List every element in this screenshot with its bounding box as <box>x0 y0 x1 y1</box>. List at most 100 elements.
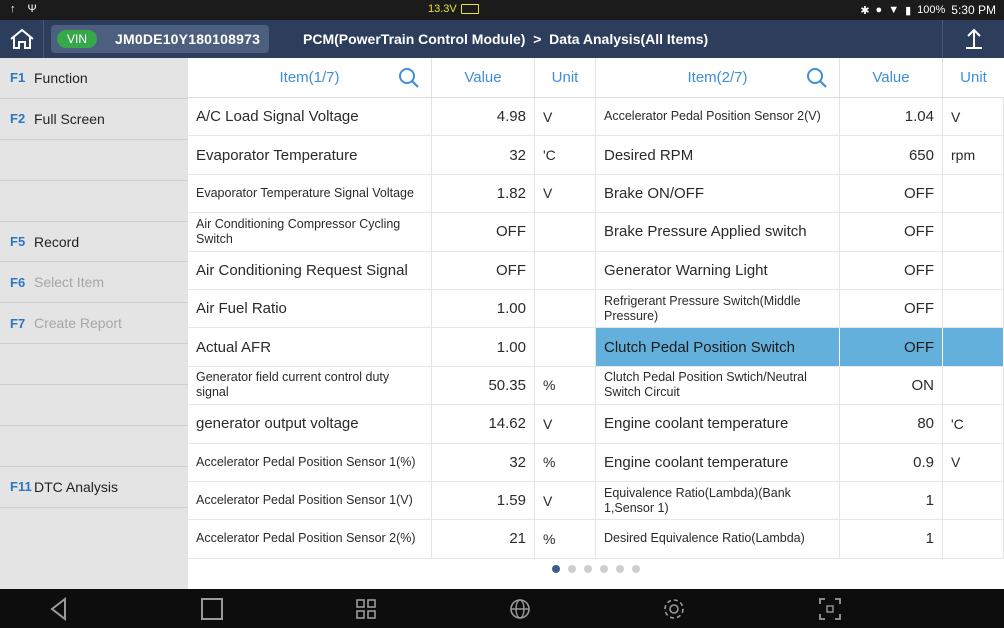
column-header-item-right[interactable]: Item(2/7) <box>596 58 840 97</box>
data-item-right[interactable]: Desired RPM 650 rpm <box>596 136 1004 174</box>
item-unit: V <box>535 481 596 520</box>
dnd-icon: ● <box>875 4 883 16</box>
sidebar-item-full-screen[interactable]: F2 Full Screen <box>0 99 188 140</box>
data-item-right[interactable]: Brake Pressure Applied switch OFF <box>596 213 1004 251</box>
fkey-label: Create Report <box>34 315 122 332</box>
screenshot-button[interactable] <box>818 597 842 621</box>
item-unit <box>943 289 1004 328</box>
breadcrumb: PCM(PowerTrain Control Module) > Data An… <box>303 31 709 47</box>
sidebar-item-empty <box>0 140 188 181</box>
export-button[interactable] <box>942 20 1004 58</box>
fkey-code: F11 <box>10 479 32 495</box>
search-icon[interactable] <box>397 66 421 90</box>
page-dot[interactable] <box>584 565 592 573</box>
data-item-left[interactable]: Air Conditioning Request Signal OFF <box>188 251 596 289</box>
item-name: Air Fuel Ratio <box>188 289 432 328</box>
item-name: Air Conditioning Compressor Cycling Swit… <box>188 213 432 251</box>
data-item-right[interactable]: Equivalence Ratio(Lambda)(Bank 1,Sensor … <box>596 481 1004 520</box>
data-item-right[interactable]: Generator Warning Light OFF <box>596 251 1004 289</box>
data-table: Item(1/7) Value Unit Item(2/7) Value Uni… <box>188 58 1004 589</box>
search-icon[interactable] <box>805 66 829 90</box>
item-value: 0.9 <box>840 443 943 481</box>
sidebar-item-select-item[interactable]: F6 Select Item <box>0 262 188 304</box>
item-name: Generator Warning Light <box>596 251 840 289</box>
item-value: ON <box>840 366 943 405</box>
table-row: Evaporator Temperature 32 'C Desired RPM… <box>188 136 1004 175</box>
wifi-icon: ▼ <box>888 4 900 16</box>
page-dot[interactable] <box>568 565 576 573</box>
globe-icon <box>510 599 530 619</box>
data-item-left[interactable]: Evaporator Temperature Signal Voltage 1.… <box>188 174 596 213</box>
table-row: Actual AFR 1.00 Clutch Pedal Position Sw… <box>188 328 1004 367</box>
data-item-right[interactable]: Refrigerant Pressure Switch(Middle Press… <box>596 289 1004 328</box>
table-row: Air Conditioning Compressor Cycling Swit… <box>188 213 1004 252</box>
table-row: Air Conditioning Request Signal OFF Gene… <box>188 251 1004 290</box>
data-item-right[interactable]: Accelerator Pedal Position Sensor 2(V) 1… <box>596 98 1004 136</box>
item-value: OFF <box>840 251 943 289</box>
item-unit: V <box>535 98 596 136</box>
vin-label: VIN <box>57 30 98 48</box>
page-dot-active[interactable] <box>552 565 560 573</box>
home-button[interactable] <box>0 20 44 58</box>
column-header-unit-left: Unit <box>535 58 596 97</box>
table-row: A/C Load Signal Voltage 4.98 V Accelerat… <box>188 98 1004 137</box>
data-item-right-selected[interactable]: Clutch Pedal Position Switch OFF <box>596 328 1004 366</box>
settings-button[interactable] <box>662 597 686 621</box>
column-header-unit-right: Unit <box>960 69 987 86</box>
data-item-left[interactable]: Actual AFR 1.00 <box>188 328 596 366</box>
recent-apps-button[interactable] <box>200 597 224 621</box>
sidebar-item-create-report[interactable]: F7 Create Report <box>0 303 188 345</box>
page-dot[interactable] <box>600 565 608 573</box>
sidebar-item-record[interactable]: F5 Record <box>0 222 188 263</box>
item-name: Brake Pressure Applied switch <box>596 213 840 251</box>
page-dot[interactable] <box>616 565 624 573</box>
item-value: OFF <box>840 213 943 251</box>
page-dot[interactable] <box>632 565 640 573</box>
item-value: 1.00 <box>432 289 535 328</box>
item-unit: V <box>943 98 1004 136</box>
apps-grid-icon <box>356 599 376 619</box>
usb-icon: Ψ <box>27 3 37 15</box>
data-item-right[interactable]: Engine coolant temperature 80 'C <box>596 405 1004 443</box>
sidebar-item-dtc-analysis[interactable]: F11 DTC Analysis <box>0 467 188 508</box>
data-item-left[interactable]: Air Conditioning Compressor Cycling Swit… <box>188 213 596 251</box>
data-item-left[interactable]: generator output voltage 14.62 V <box>188 405 596 443</box>
page-indicator[interactable] <box>188 565 1004 573</box>
item-value: 32 <box>432 136 535 174</box>
data-item-left[interactable]: Evaporator Temperature 32 'C <box>188 136 596 174</box>
item-name: Desired RPM <box>596 136 840 174</box>
data-item-left[interactable]: Accelerator Pedal Position Sensor 1(%) 3… <box>188 443 596 481</box>
item-unit <box>535 289 596 328</box>
data-item-left[interactable]: Accelerator Pedal Position Sensor 2(%) 2… <box>188 520 596 558</box>
table-row: Air Fuel Ratio 1.00 Refrigerant Pressure… <box>188 289 1004 329</box>
item-name: Accelerator Pedal Position Sensor 1(%) <box>188 443 432 481</box>
data-item-left[interactable]: Accelerator Pedal Position Sensor 1(V) 1… <box>188 481 596 520</box>
column-header-item-left[interactable]: Item(1/7) <box>188 58 432 97</box>
vehicle-voltage: 13.3V <box>428 3 479 15</box>
data-item-right[interactable]: Clutch Pedal Position Swtich/Neutral Swi… <box>596 366 1004 405</box>
status-left: ↑ Ψ <box>10 3 37 15</box>
data-item-right[interactable]: Desired Equivalence Ratio(Lambda) 1 <box>596 520 1004 558</box>
item-name: Accelerator Pedal Position Sensor 1(V) <box>188 481 432 520</box>
item-name: generator output voltage <box>188 405 432 443</box>
apps-button[interactable] <box>354 597 378 621</box>
fkey-code: F7 <box>10 315 26 331</box>
back-button[interactable] <box>47 597 71 621</box>
item-unit <box>943 481 1004 520</box>
system-nav-bar <box>0 589 1004 628</box>
fkey-label: Select Item <box>34 274 105 291</box>
item-unit <box>943 328 1004 366</box>
column-header-value-left: Value <box>432 58 535 97</box>
item-name: Engine coolant temperature <box>596 405 840 443</box>
data-item-right[interactable]: Brake ON/OFF OFF <box>596 174 1004 213</box>
data-item-right[interactable]: Engine coolant temperature 0.9 V <box>596 443 1004 481</box>
item-name: Air Conditioning Request Signal <box>188 251 432 289</box>
data-item-left[interactable]: Generator field current control duty sig… <box>188 366 596 405</box>
sidebar-item-function[interactable]: F1 Function <box>0 58 188 99</box>
browser-button[interactable] <box>508 597 532 621</box>
data-item-left[interactable]: Air Fuel Ratio 1.00 <box>188 289 596 328</box>
item-name: Engine coolant temperature <box>596 443 840 481</box>
item-name: A/C Load Signal Voltage <box>188 98 432 136</box>
data-item-left[interactable]: A/C Load Signal Voltage 4.98 V <box>188 98 596 136</box>
item-name: Evaporator Temperature <box>188 136 432 174</box>
